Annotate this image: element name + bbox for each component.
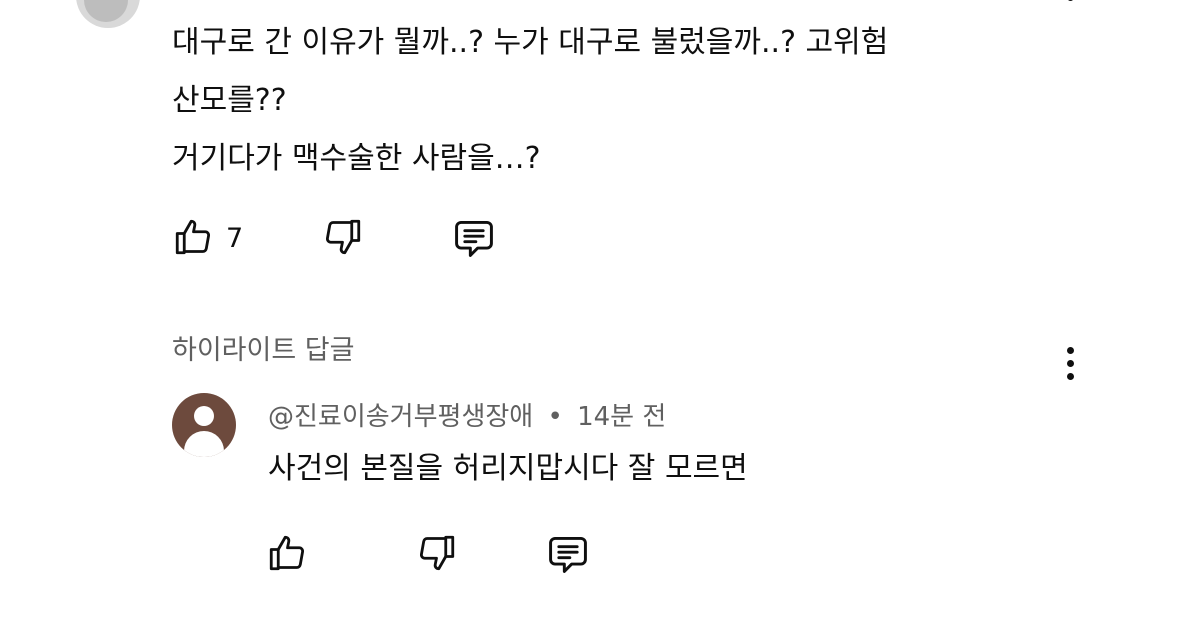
thumbs-up-icon bbox=[175, 219, 211, 255]
thumbs-down-icon bbox=[325, 219, 361, 255]
like-count: 7 bbox=[226, 223, 244, 254]
more-vert-icon bbox=[1066, 0, 1074, 1]
reply-dislike-button[interactable] bbox=[416, 532, 458, 574]
comment-icon bbox=[549, 536, 587, 573]
thumbs-down-icon bbox=[419, 535, 455, 571]
separator-dot: • bbox=[547, 402, 563, 432]
comment-icon bbox=[455, 220, 493, 257]
avatar-photo bbox=[84, 0, 128, 22]
more-vert-icon bbox=[1066, 347, 1074, 354]
reply-time[interactable]: 14분 전 bbox=[577, 402, 666, 432]
reply-author[interactable]: @진료이송거부평생장애 bbox=[268, 402, 533, 432]
parent-comment-text: 대구로 간 이유가 뭘까..? 누가 대구로 불렀을까..? 고위험 산모를??… bbox=[172, 14, 888, 188]
reply-text: 사건의 본질을 허리지맙시다 잘 모르면 bbox=[268, 451, 748, 486]
reply-avatar[interactable] bbox=[172, 393, 236, 457]
more-vert-dot bbox=[1066, 373, 1074, 380]
parent-dislike-button[interactable] bbox=[322, 216, 364, 258]
parent-comment-avatar[interactable] bbox=[76, 0, 140, 28]
reply-reply-button[interactable] bbox=[546, 532, 590, 576]
parent-comment-line: 거기다가 맥수술한 사람을…? bbox=[172, 141, 541, 176]
parent-like-button[interactable] bbox=[172, 216, 214, 258]
parent-reply-button[interactable] bbox=[452, 216, 496, 260]
thumbs-up-icon bbox=[269, 535, 305, 571]
parent-comment-line: 대구로 간 이유가 뭘까..? 누가 대구로 불렀을까..? 고위험 bbox=[172, 25, 889, 60]
default-avatar-body bbox=[184, 431, 224, 457]
highlighted-replies-label: 하이라이트 답글 bbox=[172, 335, 355, 366]
more-vert-dot bbox=[1066, 360, 1074, 367]
reply-like-button[interactable] bbox=[266, 532, 308, 574]
default-avatar-head bbox=[194, 406, 214, 426]
reply-more-button[interactable] bbox=[1066, 347, 1074, 386]
parent-comment-line: 산모를?? bbox=[172, 83, 287, 118]
reply-header: @진료이송거부평생장애 • 14분 전 bbox=[268, 396, 666, 433]
parent-comment-more-button[interactable] bbox=[1066, 0, 1074, 7]
